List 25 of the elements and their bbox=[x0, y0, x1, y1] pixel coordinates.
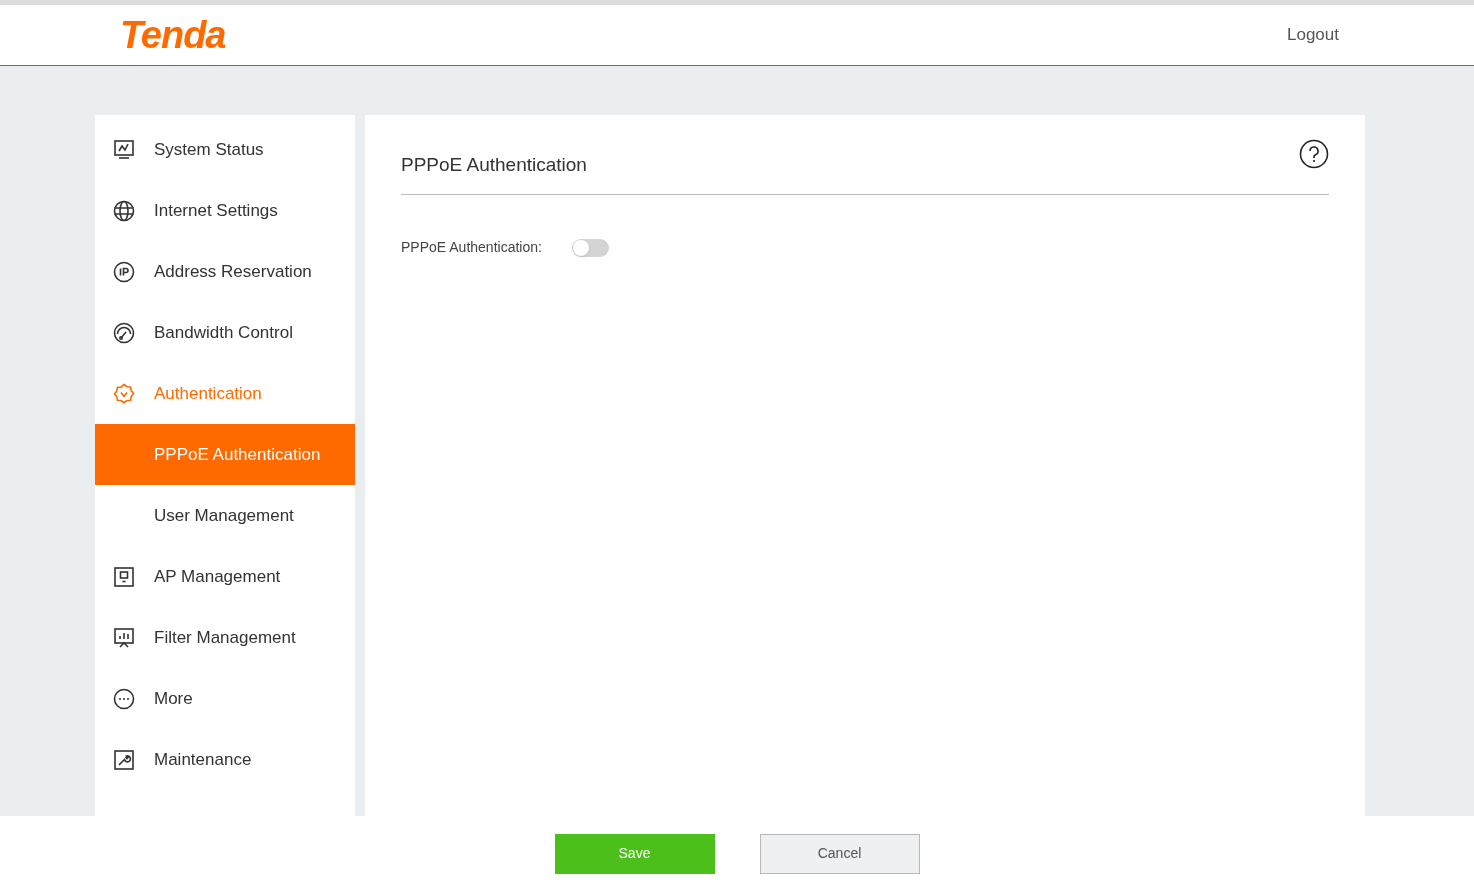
sidebar-item[interactable]: AP Management bbox=[95, 546, 355, 607]
device-icon bbox=[112, 564, 136, 589]
monitor-chart-icon bbox=[112, 137, 136, 162]
sidebar-item[interactable]: Bandwidth Control bbox=[95, 302, 355, 363]
gauge-icon bbox=[112, 320, 136, 345]
field-label: PPPoE Authentication: bbox=[401, 238, 542, 257]
sidebar-item[interactable]: User Management bbox=[95, 485, 355, 546]
sidebar-item[interactable]: Address Reservation bbox=[95, 241, 355, 302]
sidebar-item[interactable]: More bbox=[95, 668, 355, 729]
wrench-icon bbox=[112, 747, 136, 772]
ip-icon bbox=[112, 259, 136, 284]
toggle-switch[interactable] bbox=[571, 238, 609, 257]
sidebar-item[interactable]: Internet Settings bbox=[95, 180, 355, 241]
help-icon[interactable] bbox=[1299, 138, 1329, 169]
logout-link[interactable]: Logout bbox=[1287, 22, 1339, 48]
sidebar-item[interactable]: Filter Management bbox=[95, 607, 355, 668]
tenda-logo: Tenda bbox=[120, 16, 226, 54]
sidebar-item[interactable]: Maintenance bbox=[95, 729, 355, 790]
check-badge-icon bbox=[112, 381, 136, 406]
sidebar-item[interactable]: System Status bbox=[95, 119, 355, 180]
cancel-button[interactable]: Cancel bbox=[759, 833, 920, 874]
page-title: PPPoE Authentication bbox=[401, 153, 587, 178]
presentation-chart-icon bbox=[112, 625, 136, 650]
more-icon bbox=[112, 686, 136, 711]
globe-icon bbox=[112, 198, 136, 223]
